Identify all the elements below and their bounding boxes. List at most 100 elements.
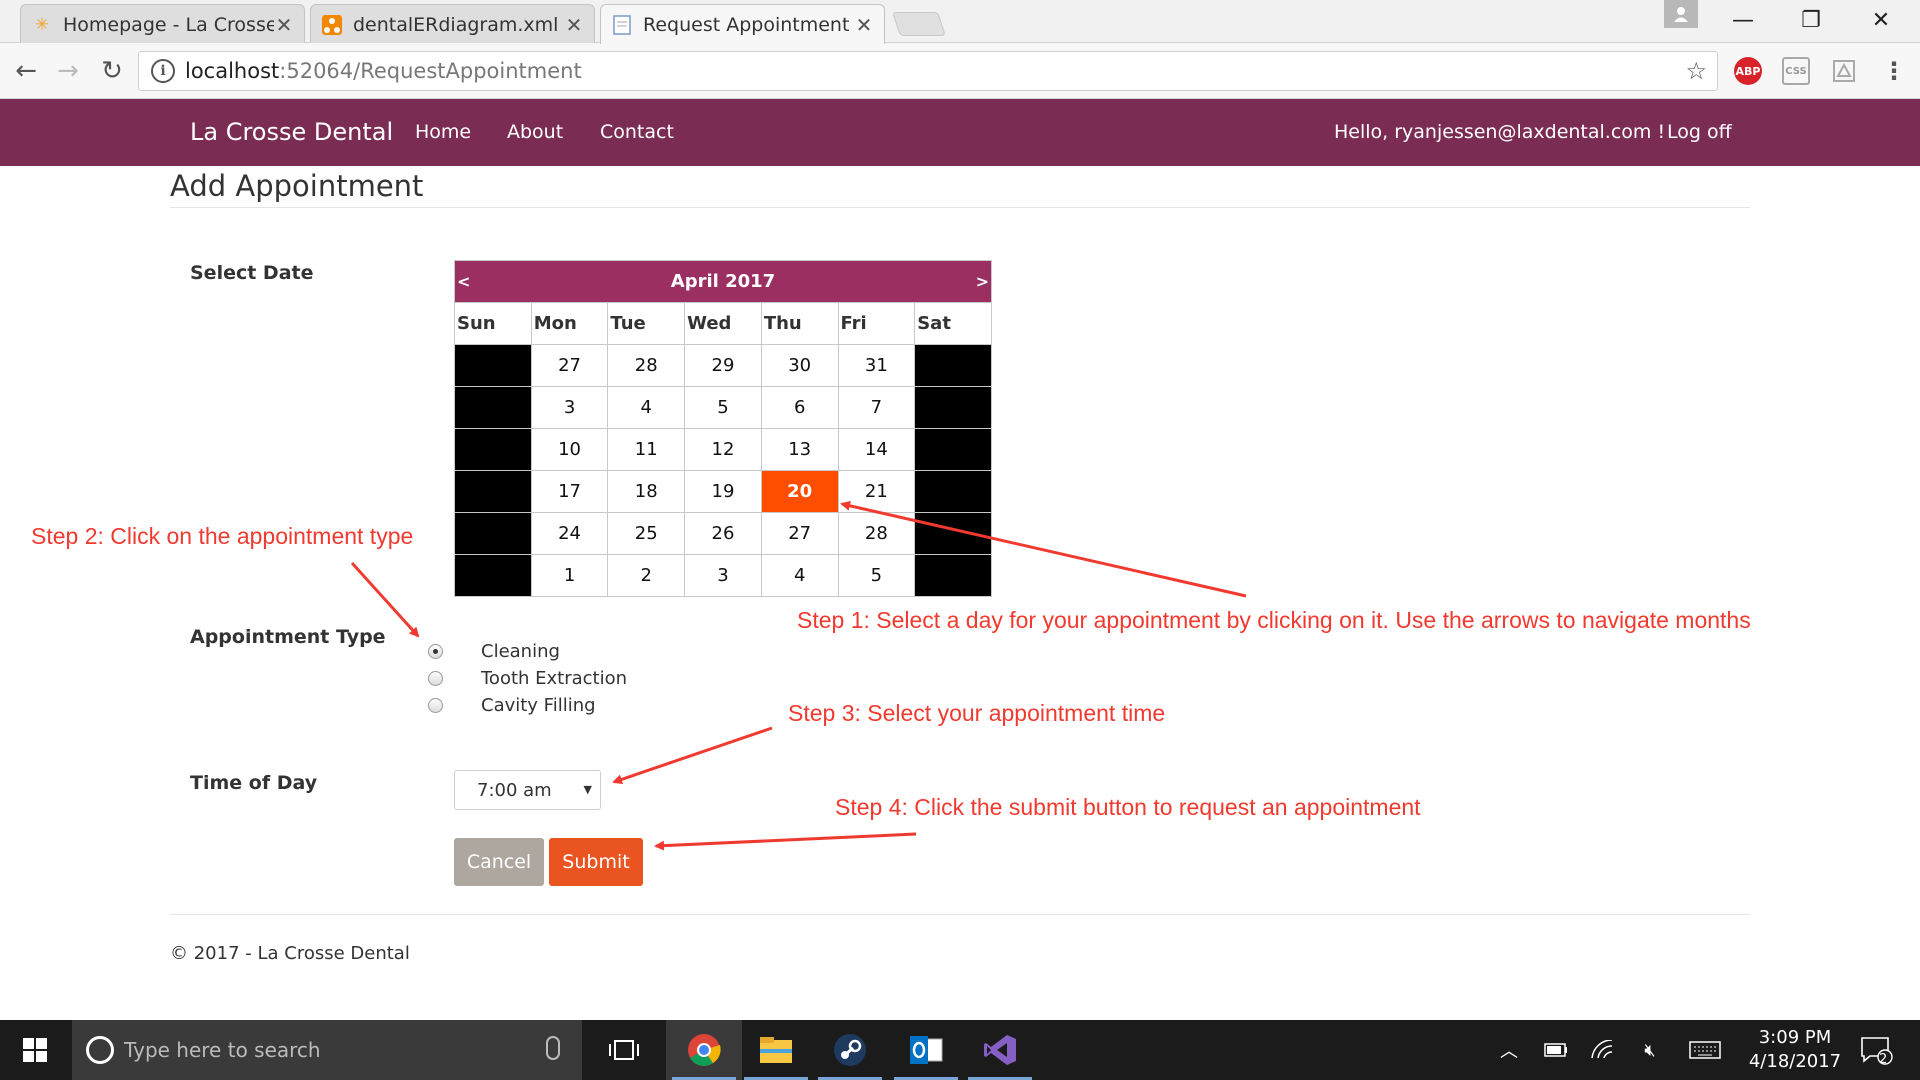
calendar-day[interactable]: 27 (530, 344, 609, 387)
calendar-day[interactable]: 1 (530, 554, 609, 597)
calendar-day[interactable]: 27 (760, 512, 839, 555)
calendar-day[interactable]: 6 (760, 386, 839, 429)
calendar-day[interactable]: 12 (684, 428, 762, 471)
battery-icon[interactable] (1538, 1020, 1574, 1080)
calendar-weekend-cell (454, 344, 532, 387)
calendar-day[interactable]: 14 (837, 428, 916, 471)
steam-icon[interactable] (812, 1020, 888, 1080)
pdf-extension-icon[interactable] (1830, 57, 1858, 85)
calendar-day[interactable]: 28 (837, 512, 916, 555)
browser-toolbar: ← → ↻ i localhost:52064/RequestAppointme… (0, 43, 1920, 99)
minimize-icon[interactable]: — (1710, 0, 1776, 40)
wifi-icon[interactable] (1584, 1020, 1620, 1080)
close-tab-icon[interactable]: ✕ (564, 13, 584, 37)
outlook-icon[interactable] (888, 1020, 964, 1080)
close-tab-icon[interactable]: ✕ (854, 13, 874, 37)
windows-start-icon[interactable] (0, 1020, 70, 1080)
calendar-day[interactable]: 19 (684, 470, 762, 513)
forward-icon[interactable]: → (48, 51, 88, 91)
appointment-type-option[interactable]: Cavity Filling (428, 692, 627, 719)
select-date-label: Select Date (190, 262, 314, 284)
calendar-day[interactable]: 2 (607, 554, 686, 597)
adblock-icon[interactable]: ABP (1734, 57, 1762, 85)
radio-label: Tooth Extraction (481, 668, 628, 689)
restore-icon[interactable]: ❐ (1778, 0, 1844, 40)
calendar-day[interactable]: 7 (837, 386, 916, 429)
weekday-header: Tue (607, 302, 686, 345)
appointment-type-option[interactable]: Cleaning (428, 638, 627, 665)
calendar-day-selected[interactable]: 20 (760, 470, 839, 513)
calendar-day[interactable]: 13 (760, 428, 839, 471)
calendar-weekend-cell (454, 512, 532, 555)
keyboard-icon[interactable] (1684, 1020, 1726, 1080)
calendar-day[interactable]: 29 (684, 344, 762, 387)
calendar-day[interactable]: 5 (684, 386, 762, 429)
calendar-day[interactable]: 3 (530, 386, 609, 429)
user-greeting-link[interactable]: Hello, ryanjessen@laxdental.com ! (1334, 99, 1665, 166)
calendar-day[interactable]: 4 (607, 386, 686, 429)
task-view-icon[interactable] (586, 1020, 662, 1080)
taskbar-clock[interactable]: 3:09 PM 4/18/2017 (1740, 1026, 1850, 1074)
menu-icon[interactable]: ⋮ (1880, 57, 1908, 85)
calendar-day[interactable]: 21 (837, 470, 916, 513)
address-bar[interactable]: i localhost:52064/RequestAppointment ☆ (138, 51, 1718, 91)
calendar-day[interactable]: 18 (607, 470, 686, 513)
calendar-day[interactable]: 5 (837, 554, 916, 597)
file-explorer-icon[interactable] (738, 1020, 814, 1080)
next-month-button[interactable]: > (975, 272, 989, 291)
chrome-icon[interactable] (666, 1020, 742, 1080)
tab-er-diagram[interactable]: dentalERdiagram.xml - d ✕ (310, 4, 595, 44)
info-icon[interactable]: i (151, 59, 175, 83)
calendar-day[interactable]: 28 (607, 344, 686, 387)
taskbar-search-placeholder: Type here to search (124, 1038, 321, 1062)
bookmark-star-icon[interactable]: ☆ (1685, 57, 1707, 85)
visual-studio-icon[interactable] (962, 1020, 1038, 1080)
calendar-day[interactable]: 3 (684, 554, 762, 597)
radio-tooth-extraction[interactable] (428, 671, 443, 686)
appointment-type-label: Appointment Type (190, 626, 386, 648)
taskbar-search-box[interactable]: Type here to search (72, 1020, 582, 1080)
calendar-day[interactable]: 10 (530, 428, 609, 471)
tab-request-appointment[interactable]: Request Appointment - L ✕ (600, 4, 885, 44)
action-center-icon[interactable]: 2 (1852, 1020, 1902, 1080)
calendar-day[interactable]: 11 (607, 428, 686, 471)
nav-home-link[interactable]: Home (415, 99, 471, 166)
close-tab-icon[interactable]: ✕ (274, 13, 294, 37)
calendar-day[interactable]: 26 (684, 512, 762, 555)
new-tab-button[interactable] (892, 12, 946, 36)
appointment-type-option[interactable]: Tooth Extraction (428, 665, 627, 692)
prev-month-button[interactable]: < (457, 272, 471, 291)
calendar-day[interactable]: 24 (530, 512, 609, 555)
time-of-day-select[interactable]: 7:00 am ▼ (454, 770, 601, 810)
clock-time: 3:09 PM (1758, 1027, 1832, 1048)
close-window-icon[interactable]: ✕ (1848, 0, 1914, 40)
css-extension-icon[interactable]: CSS (1782, 57, 1810, 85)
appointment-calendar: < April 2017 > Sun Mon Tue Wed Thu Fri S… (454, 260, 992, 597)
calendar-month-label: April 2017 (670, 271, 776, 292)
tab-title: Homepage - La Crosse (63, 13, 274, 36)
tray-chevron-icon[interactable]: ︿ (1494, 1020, 1524, 1080)
radio-cavity-filling[interactable] (428, 698, 443, 713)
radio-cleaning[interactable] (428, 644, 443, 659)
cancel-button[interactable]: Cancel (454, 838, 544, 886)
profile-icon[interactable] (1664, 0, 1698, 28)
title-divider (170, 207, 1750, 208)
calendar-weekend-cell (914, 428, 992, 471)
microphone-icon[interactable] (546, 1036, 560, 1060)
calendar-day[interactable]: 4 (760, 554, 839, 597)
logoff-link[interactable]: Log off (1667, 99, 1732, 166)
notification-count: 2 (1879, 1052, 1888, 1067)
tab-homepage[interactable]: ✳ Homepage - La Crosse ✕ (20, 4, 305, 44)
reload-icon[interactable]: ↻ (92, 51, 132, 91)
nav-about-link[interactable]: About (507, 99, 563, 166)
submit-button[interactable]: Submit (549, 838, 643, 886)
brand-link[interactable]: La Crosse Dental (190, 99, 393, 166)
volume-muted-icon[interactable]: 🔇︎ (1632, 1020, 1668, 1080)
back-icon[interactable]: ← (6, 51, 46, 91)
calendar-header: < April 2017 > (454, 260, 992, 303)
calendar-day[interactable]: 31 (837, 344, 916, 387)
calendar-day[interactable]: 17 (530, 470, 609, 513)
calendar-day[interactable]: 25 (607, 512, 686, 555)
calendar-day[interactable]: 30 (760, 344, 839, 387)
nav-contact-link[interactable]: Contact (600, 99, 674, 166)
